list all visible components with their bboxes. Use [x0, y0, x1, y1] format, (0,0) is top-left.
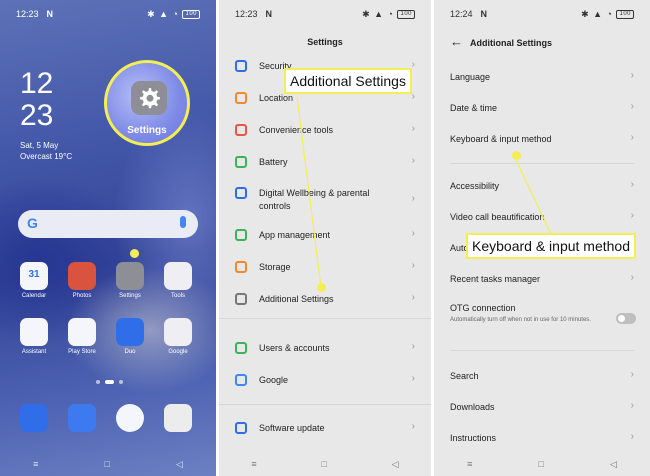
app-label: Settings [119, 293, 141, 299]
clock: 12 23 [20, 68, 53, 132]
app-label: Calendar [21, 293, 47, 299]
app-label: Tools [170, 293, 185, 299]
phone-icon[interactable] [20, 404, 48, 432]
pointer-dot [317, 283, 326, 292]
google-icon: G [27, 215, 38, 231]
pointer-dot [130, 249, 139, 258]
additional-settings-screen: 12:24 N ✱ ▲ ◔ 100 ← Additional Settings … [434, 0, 650, 476]
battery-icon: 100 [182, 9, 200, 19]
page-dot [119, 380, 123, 384]
status-time: 12:23 [16, 9, 39, 19]
weather-text: Overcast 19°C [20, 152, 73, 161]
status-bar: 12:23 N ✱ ▲ ◔ 100 [0, 0, 216, 28]
carrier-icon: N [46, 9, 54, 19]
home-button[interactable]: □ [104, 459, 109, 469]
photos-icon [68, 262, 96, 290]
home-screen: 12:23 N ✱ ▲ ◔ 100 12 23 Sat, 5 May Overc… [0, 0, 216, 476]
page-dot-active [105, 380, 114, 384]
app-label: Duo [124, 349, 136, 355]
app-settings[interactable]: Settings [112, 262, 148, 299]
app-label: Assistant [21, 349, 47, 355]
app-label: Play Store [68, 349, 96, 355]
calendar-icon: 31 [20, 262, 48, 290]
recents-button[interactable]: ≡ [33, 459, 38, 469]
app-photos[interactable]: Photos [64, 262, 100, 299]
chrome-icon[interactable] [116, 404, 144, 432]
app-assistant[interactable]: Assistant [16, 318, 52, 355]
mic-icon[interactable] [180, 216, 186, 228]
app-label: Google [168, 349, 188, 355]
pointer-dot [512, 151, 521, 160]
bluetooth-icon: ✱ [147, 8, 156, 19]
app-label: Photos [72, 293, 92, 299]
nav-bar: ≡ □ ◁ [0, 452, 216, 476]
assistant-icon [20, 318, 48, 346]
settings-gear-icon [131, 81, 167, 115]
settings-highlight-label: Settings [127, 125, 167, 136]
calendar-date-badge: 31 [28, 269, 40, 280]
back-button[interactable]: ◁ [176, 459, 183, 470]
date-text: Sat, 5 May [20, 141, 59, 150]
google-icon [164, 318, 192, 346]
app-play-store[interactable]: Play Store [64, 318, 100, 355]
clock-minute: 23 [20, 99, 54, 132]
camera-icon[interactable] [164, 404, 192, 432]
clock-hour: 12 [20, 67, 54, 100]
wifi-icon: ◔ [172, 9, 179, 19]
page-indicator [96, 380, 123, 384]
callout-keyboard-input: Keyboard & input method [466, 233, 636, 259]
app-google[interactable]: Google [160, 318, 196, 355]
app-tools[interactable]: Tools [160, 262, 196, 299]
app-calendar[interactable]: 31 Calendar [16, 262, 52, 299]
settings-screen: 12:23 N ✱ ▲ ◔ 100 Settings Security › Loca… [219, 0, 431, 476]
play-store-icon [68, 318, 96, 346]
duo-icon [116, 318, 144, 346]
app-duo[interactable]: Duo [112, 318, 148, 355]
settings-highlight[interactable]: Settings [104, 60, 190, 146]
callout-additional-settings: Additional Settings [284, 68, 412, 94]
tools-icon [164, 262, 192, 290]
settings-icon [116, 262, 144, 290]
google-search-bar[interactable]: G [18, 210, 198, 238]
messages-icon[interactable] [68, 404, 96, 432]
signal-icon: ▲ [159, 9, 169, 19]
page-dot [96, 380, 100, 384]
